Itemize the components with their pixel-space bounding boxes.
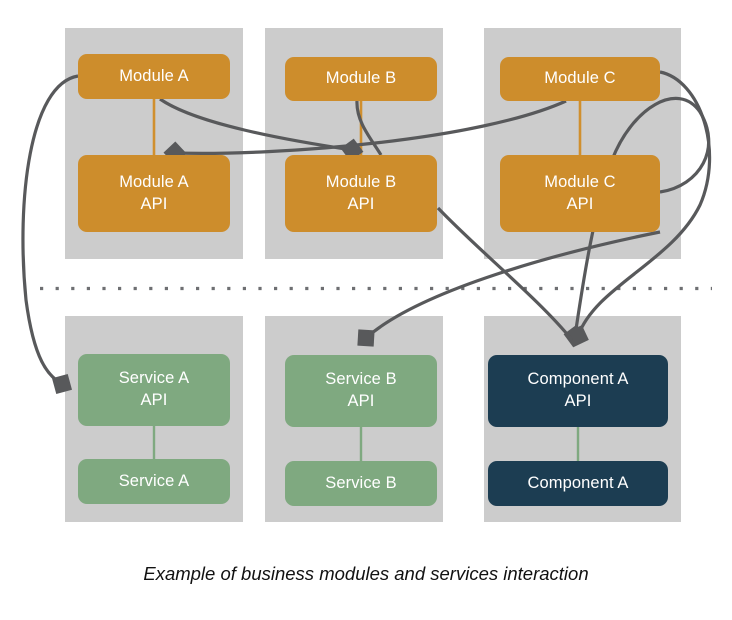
node-service-a-api[interactable]: Service A API [78,354,230,426]
node-label-service-b: Service B [325,473,397,492]
node-module-b-api[interactable]: Module B API [285,155,437,232]
node-label-service-a-api: Service A API [118,369,190,409]
diagram-canvas: Module A Module A API Module B Module B … [0,0,732,620]
node-label-component-a: Component A [527,473,629,492]
node-service-b[interactable]: Service B [285,461,437,506]
node-label-module-c: Module C [544,69,616,88]
node-service-a[interactable]: Service A [78,459,230,504]
nodes-layer: Module A Module A API Module B Module B … [0,0,732,620]
node-module-b[interactable]: Module B [285,57,437,101]
diagram-caption: Example of business modules and services… [143,563,589,584]
node-component-a-api[interactable]: Component A API [488,355,668,427]
node-service-b-api[interactable]: Service B API [285,355,437,427]
node-label-service-b-api: Service B API [325,370,397,410]
node-label-module-b: Module B [325,69,397,88]
node-label-component-a-api: Component A API [527,370,629,410]
node-component-a[interactable]: Component A [488,461,668,506]
node-label-module-c-api: Module C API [544,172,616,213]
node-module-a[interactable]: Module A [78,54,230,99]
node-module-c-api[interactable]: Module C API [500,155,660,232]
node-label-module-a: Module A [119,66,189,85]
node-label-module-b-api: Module B API [325,172,397,213]
node-label-module-a-api: Module A API [119,172,189,213]
node-label-service-a: Service A [118,471,190,490]
node-module-a-api[interactable]: Module A API [78,155,230,232]
node-module-c[interactable]: Module C [500,57,660,101]
